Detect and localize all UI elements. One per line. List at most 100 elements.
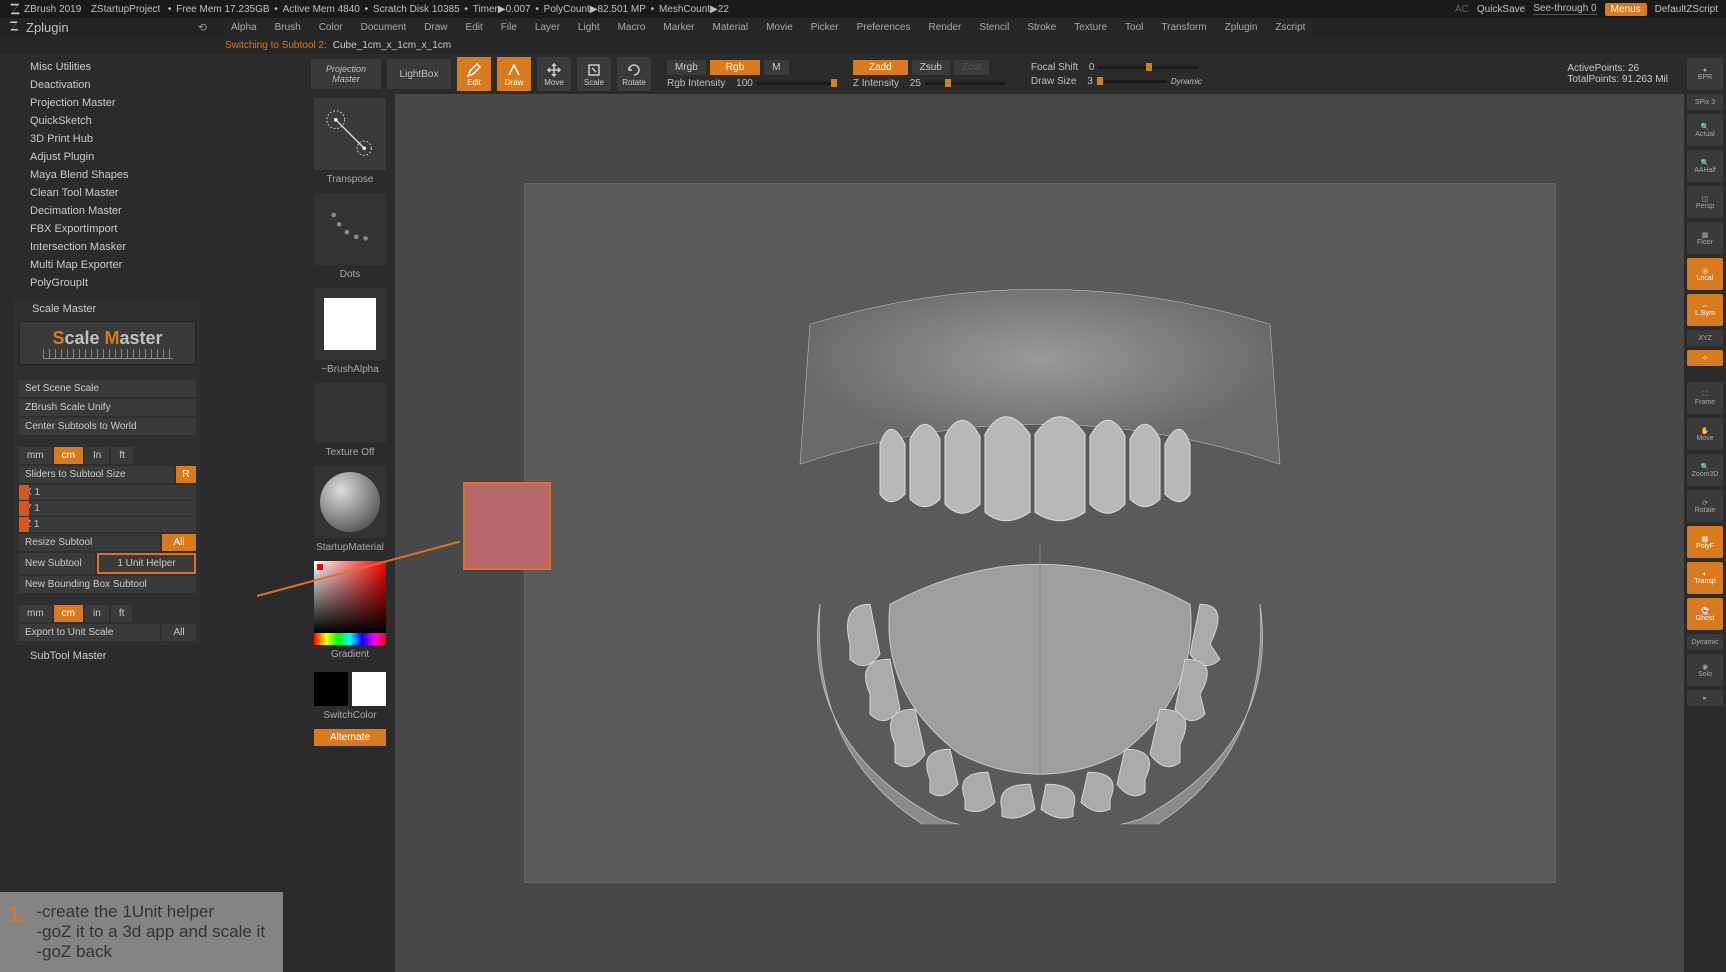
unit-ft-button[interactable]: ft [111, 447, 133, 464]
plugin-clean-tool-master[interactable]: Clean Tool Master [0, 184, 215, 202]
plugin-polygroupit[interactable]: PolyGroupIt [0, 274, 215, 292]
menu-stencil[interactable]: Stencil [979, 22, 1009, 33]
export-ft-button[interactable]: ft [111, 605, 133, 622]
rgb-button[interactable]: Rgb [710, 60, 760, 75]
scale-button[interactable]: Scale [577, 57, 611, 91]
export-mm-button[interactable]: mm [19, 605, 52, 622]
set-scene-scale-button[interactable]: Set Scene Scale [19, 380, 196, 397]
menu-zplugin[interactable]: Zplugin [1225, 22, 1258, 33]
frame-button[interactable]: ⛶Frame [1687, 382, 1723, 414]
persp-button[interactable]: ◫Persp [1687, 186, 1723, 218]
menu-stroke[interactable]: Stroke [1027, 22, 1056, 33]
lightbox-button[interactable]: LightBox [387, 59, 451, 89]
menu-zscript[interactable]: Zscript [1275, 22, 1305, 33]
switchcolor-button[interactable]: SwitchColor [323, 708, 376, 727]
menu-tool[interactable]: Tool [1125, 22, 1143, 33]
canvas-area[interactable] [395, 94, 1684, 972]
bounding-box-subtool-button[interactable]: New Bounding Box Subtool [19, 576, 196, 593]
menu-document[interactable]: Document [361, 22, 407, 33]
zoom3d-button[interactable]: 🔍Zoom3D [1687, 454, 1723, 486]
resize-subtool-button[interactable]: Resize Subtool [19, 534, 160, 551]
xyz-axis-button[interactable]: ⊹ [1687, 350, 1723, 366]
xyz-button[interactable]: XYZ [1687, 330, 1723, 346]
draw-size-slider[interactable]: Draw Size 3 Dynamic [1031, 76, 1202, 87]
material-thumb[interactable] [314, 466, 386, 538]
menu-movie[interactable]: Movie [766, 22, 793, 33]
floor-button[interactable]: ▦Floor [1687, 222, 1723, 254]
menu-draw[interactable]: Draw [424, 22, 447, 33]
menu-macro[interactable]: Macro [618, 22, 646, 33]
export-in-button[interactable]: in [85, 605, 109, 622]
undock-icon[interactable]: ⟲ [198, 21, 207, 34]
menu-alpha[interactable]: Alpha [231, 22, 257, 33]
y-slider[interactable]: Y 1 [19, 501, 196, 516]
unit-mm-button[interactable]: mm [19, 447, 52, 464]
menu-render[interactable]: Render [929, 22, 962, 33]
menu-brush[interactable]: Brush [275, 22, 301, 33]
zadd-button[interactable]: Zadd [853, 60, 908, 75]
projection-master-button[interactable]: ProjectionMaster [311, 59, 381, 89]
x-slider[interactable]: X 1 [19, 485, 196, 500]
menu-material[interactable]: Material [713, 22, 749, 33]
solo-button[interactable]: ◉Solo [1687, 654, 1723, 686]
menu-preferences[interactable]: Preferences [857, 22, 911, 33]
dynamic-button[interactable]: Dynamic [1687, 634, 1723, 650]
gradient-label[interactable]: Gradient [331, 647, 369, 666]
plugin-deactivation[interactable]: Deactivation [0, 76, 215, 94]
rgb-intensity-slider[interactable]: Rgb Intensity 100 [667, 78, 837, 89]
new-subtool-button[interactable]: New Subtool [19, 553, 95, 574]
seethrough-slider[interactable]: See-through 0 [1533, 3, 1596, 15]
unit-cm-button[interactable]: cm [54, 447, 83, 464]
plugin-quicksketch[interactable]: QuickSketch [0, 112, 215, 130]
zsub-button[interactable]: Zsub [912, 60, 950, 75]
unit-in-button[interactable]: In [85, 447, 109, 464]
sliders-to-subtool-button[interactable]: Sliders to Subtool Size [19, 466, 174, 483]
draw-button[interactable]: Draw [497, 57, 531, 91]
plugin-subtool-master[interactable]: SubTool Master [0, 647, 215, 665]
export-cm-button[interactable]: cm [54, 605, 83, 622]
texture-off[interactable] [314, 383, 386, 443]
lsym-button[interactable]: ⇔L.Sym [1687, 294, 1723, 326]
menu-edit[interactable]: Edit [466, 22, 483, 33]
menu-picker[interactable]: Picker [811, 22, 839, 33]
rotate-button[interactable]: Rotate [617, 57, 651, 91]
menu-transform[interactable]: Transform [1161, 22, 1206, 33]
unit-helper-button[interactable]: 1 Unit Helper [97, 553, 196, 574]
spix-slider[interactable]: SPix 3 [1687, 94, 1723, 110]
transpose-brush[interactable] [314, 98, 386, 170]
menu-marker[interactable]: Marker [663, 22, 694, 33]
local-button[interactable]: ◎Local [1687, 258, 1723, 290]
plugin-misc-utilities[interactable]: Misc Utilities [0, 58, 215, 76]
focal-shift-slider[interactable]: Focal Shift 0 [1031, 62, 1202, 73]
ghost-button[interactable]: 👻Ghost [1687, 598, 1723, 630]
resize-all-button[interactable]: All [162, 534, 196, 551]
rail-rotate-button[interactable]: ⟳Rotate [1687, 490, 1723, 522]
bpr-button[interactable]: ●BPR [1687, 58, 1723, 90]
plugin-intersection-masker[interactable]: Intersection Masker [0, 238, 215, 256]
swatch-white[interactable] [352, 672, 386, 706]
stroke-dots[interactable] [314, 193, 386, 265]
menu-layer[interactable]: Layer [535, 22, 560, 33]
edit-button[interactable]: Edit [457, 57, 491, 91]
default-zscript[interactable]: DefaultZScript [1655, 4, 1718, 15]
menu-file[interactable]: File [501, 22, 517, 33]
z-intensity-slider[interactable]: Z Intensity 25 [853, 78, 1005, 89]
zcut-button[interactable]: Zcut [954, 60, 989, 75]
aahalf-button[interactable]: 🔍AAHalf [1687, 150, 1723, 182]
plugin-projection-master[interactable]: Projection Master [0, 94, 215, 112]
menu-light[interactable]: Light [578, 22, 600, 33]
export-all-button[interactable]: All [162, 624, 196, 641]
quicksave-button[interactable]: QuickSave [1477, 4, 1525, 15]
export-unit-scale-button[interactable]: Export to Unit Scale [19, 624, 160, 641]
plugin-3d-print-hub[interactable]: 3D Print Hub [0, 130, 215, 148]
scale-master-header[interactable]: Scale Master [16, 300, 199, 318]
plugin-decimation-master[interactable]: Decimation Master [0, 202, 215, 220]
alternate-button[interactable]: Alternate [314, 729, 386, 746]
actual-button[interactable]: 🔍Actual [1687, 114, 1723, 146]
polyf-button[interactable]: ▦PolyF [1687, 526, 1723, 558]
menu-texture[interactable]: Texture [1074, 22, 1107, 33]
plugin-multi-map-exporter[interactable]: Multi Map Exporter [0, 256, 215, 274]
brush-alpha[interactable] [314, 288, 386, 360]
menus-button[interactable]: Menus [1605, 3, 1647, 16]
rail-move-button[interactable]: ✋Move [1687, 418, 1723, 450]
